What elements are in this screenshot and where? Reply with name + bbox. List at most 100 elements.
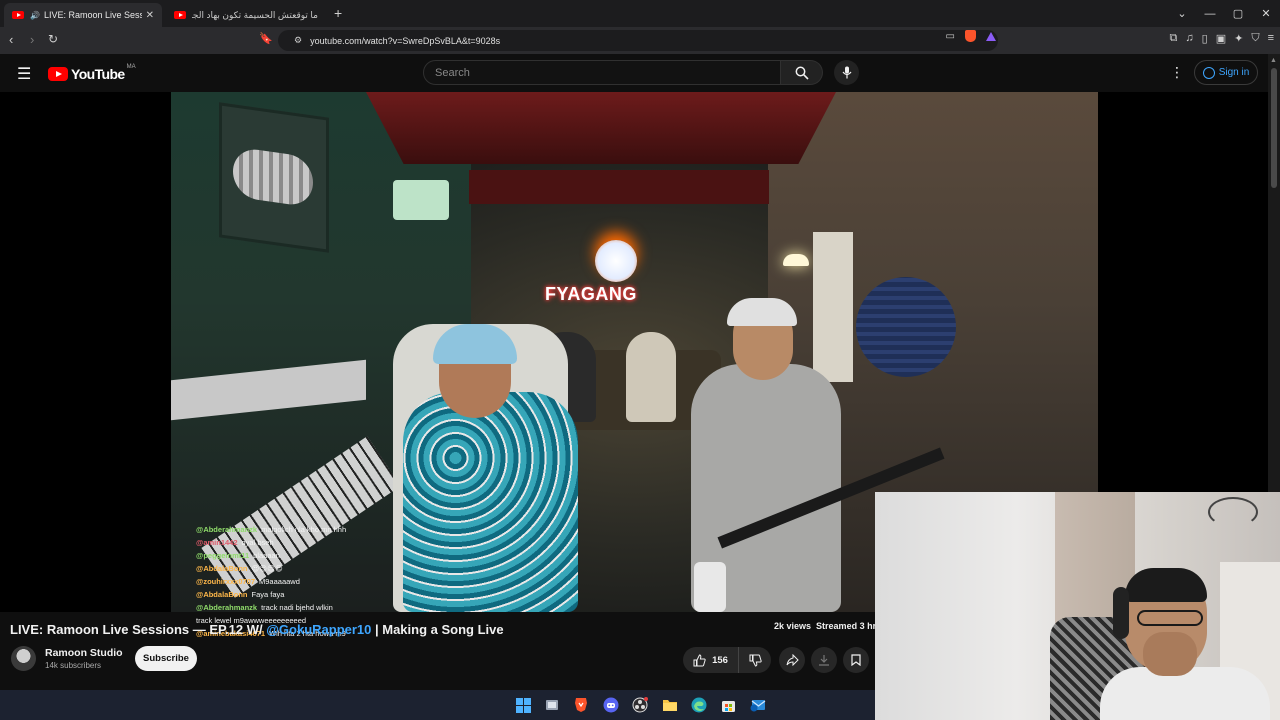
search-input[interactable] [423, 60, 781, 85]
wallet-icon[interactable]: ▣ [1216, 32, 1226, 45]
back-button[interactable]: ‹ [9, 32, 13, 47]
bookmark-save-icon [851, 654, 861, 666]
chat-username: @Abderahmanzk [196, 525, 258, 534]
tab-title: ما توقعتش الحسيمة تكون بهاد الجمال | [192, 9, 318, 20]
brave-rewards-icon[interactable] [986, 31, 996, 41]
bookmark-icon[interactable]: 🔖 [259, 32, 273, 45]
chat-message: @Abderahmanzkmalgolich nla kho mn hhhhhh [196, 523, 346, 536]
discord-icon[interactable] [603, 697, 619, 713]
subscriber-count: 14k subscribers [45, 661, 102, 670]
webcam-glasses [1137, 610, 1203, 626]
reload-button[interactable]: ↻ [48, 32, 58, 46]
video-title: LIVE: Ramoon Live Sessions — EP.12 W/ @G… [10, 622, 504, 637]
site-info-icon[interactable]: ⚙ [294, 35, 302, 46]
person-front-left [403, 392, 578, 612]
dislike-button[interactable] [739, 647, 771, 673]
youtube-logo[interactable]: YouTube MA [48, 64, 136, 82]
forward-button[interactable]: › [30, 32, 34, 47]
cap-right [727, 298, 797, 326]
address-bar-row: ‹ › ↻ 🔖 ⚙ youtube.com/watch?v=SwreDpSvBL… [0, 27, 1280, 54]
new-tab-button[interactable]: + [334, 5, 342, 21]
chat-message: @AbdalaBonn Faya faya [196, 588, 346, 601]
webcam-person-body [1100, 667, 1270, 720]
youtube-favicon-icon [174, 11, 186, 19]
save-button[interactable] [843, 647, 869, 673]
search-button[interactable] [781, 60, 823, 85]
tab-search-chevron-icon[interactable]: ⌄ [1168, 0, 1196, 27]
obs-studio-icon[interactable] [632, 697, 648, 713]
webcam-cable [1208, 497, 1258, 527]
download-button[interactable] [811, 647, 837, 673]
chat-text: M9aaaaawd [259, 577, 300, 586]
close-tab-icon[interactable]: ✕ [146, 10, 154, 21]
url-field[interactable]: ⚙ youtube.com/watch?v=SwreDpSvBLA&t=9028… [278, 30, 998, 51]
maximize-button[interactable]: ▢ [1224, 0, 1252, 27]
chat-text: Faya faya [251, 590, 285, 599]
like-button[interactable]: 156 [683, 647, 739, 673]
mention-link[interactable]: @GokuRapper10 [266, 622, 371, 637]
brave-shields-icon[interactable] [965, 30, 976, 42]
video-title-prefix: LIVE: Ramoon Live Sessions — EP.12 W/ [10, 622, 267, 637]
chat-username: @AbdalaBonn [196, 564, 248, 573]
chat-username: @peggeinmt11 [196, 551, 250, 560]
hamburger-menu-icon[interactable]: ☰ [17, 64, 31, 84]
media-controls-icon[interactable]: ♫ [1185, 32, 1193, 45]
file-explorer-icon[interactable] [662, 697, 678, 713]
vpn-icon[interactable]: ⛉ [1251, 32, 1259, 45]
country-code: MA [126, 64, 136, 70]
browser-menu-icon[interactable]: ≡ [1268, 32, 1274, 45]
flaming-globe-logo [595, 240, 637, 282]
chat-message: @peggeinmt11 blaaaan [196, 549, 346, 562]
channel-name[interactable]: Ramoon Studio [45, 647, 123, 659]
neon-brand-sign: FYAGANG [545, 284, 637, 304]
url-text: youtube.com/watch?v=SwreDpSvBLA&t=9028s [310, 35, 501, 46]
sign-in-button[interactable]: Sign in [1194, 60, 1258, 85]
browser-toolbar: ⧉ ♫ ▯ ▣ ✦ ⛉ ≡ [1170, 32, 1274, 45]
address-bar-actions: ▭ [946, 30, 996, 42]
view-count: 2k views [774, 621, 812, 631]
chat-text: blaaaan [253, 551, 280, 560]
acoustic-panel [856, 277, 956, 377]
windows-start-icon[interactable] [515, 697, 531, 713]
sign-in-label: Sign in [1218, 67, 1250, 78]
youtube-wordmark: YouTube [71, 66, 125, 82]
webcam-headset [1113, 587, 1129, 639]
chat-username: @AbdalaBonn [196, 590, 248, 599]
channel-avatar[interactable] [11, 646, 36, 671]
subscribe-button[interactable]: Subscribe [135, 646, 197, 671]
outlook-mail-icon[interactable] [750, 697, 766, 713]
close-window-button[interactable]: ✕ [1252, 0, 1280, 27]
minimize-button[interactable]: — [1196, 0, 1224, 27]
scrollbar-thumb[interactable] [1271, 68, 1277, 188]
studio-microphone [694, 562, 726, 612]
youtube-header: ☰ YouTube MA ⋮ Sign in [0, 54, 1268, 92]
audio-playing-icon[interactable]: 🔊 [30, 11, 40, 20]
extensions-icon[interactable]: ⧉ [1170, 32, 1178, 45]
browser-tabstrip: 🔊 LIVE: Ramoon Live Sessions — ✕ ما توقع… [0, 0, 1280, 27]
microphone-icon [842, 66, 851, 79]
webcam-hand [1143, 632, 1197, 676]
air-conditioner [393, 180, 449, 220]
download-icon [819, 655, 829, 666]
brave-browser-icon[interactable] [573, 697, 589, 713]
microsoft-store-icon[interactable] [720, 697, 736, 713]
share-arrow-icon [786, 654, 799, 666]
sidebar-icon[interactable]: ▯ [1202, 32, 1208, 45]
cast-icon[interactable]: ▭ [946, 31, 955, 42]
ceiling-panel [469, 170, 769, 204]
voice-search-button[interactable] [834, 60, 859, 85]
share-button[interactable] [779, 647, 805, 673]
leo-ai-icon[interactable]: ✦ [1234, 32, 1243, 45]
search-icon [795, 66, 809, 80]
tab-youtube-live[interactable]: 🔊 LIVE: Ramoon Live Sessions — ✕ [4, 3, 162, 27]
floor-lamp [783, 254, 809, 266]
edge-browser-icon[interactable] [691, 697, 707, 713]
tab-alhoceima-video[interactable]: ما توقعتش الحسيمة تكون بهاد الجمال | [166, 3, 326, 27]
settings-kebab-icon[interactable]: ⋮ [1170, 64, 1184, 81]
chat-message: @zouhirxxx0707 M9aaaaawd [196, 575, 346, 588]
chat-username: @amin1442 [196, 538, 238, 547]
thumbs-up-icon [693, 653, 706, 666]
chat-text: dyal bseh [241, 538, 274, 547]
scroll-up-arrow-icon[interactable]: ▲ [1270, 57, 1277, 64]
task-view-icon[interactable] [544, 697, 560, 713]
